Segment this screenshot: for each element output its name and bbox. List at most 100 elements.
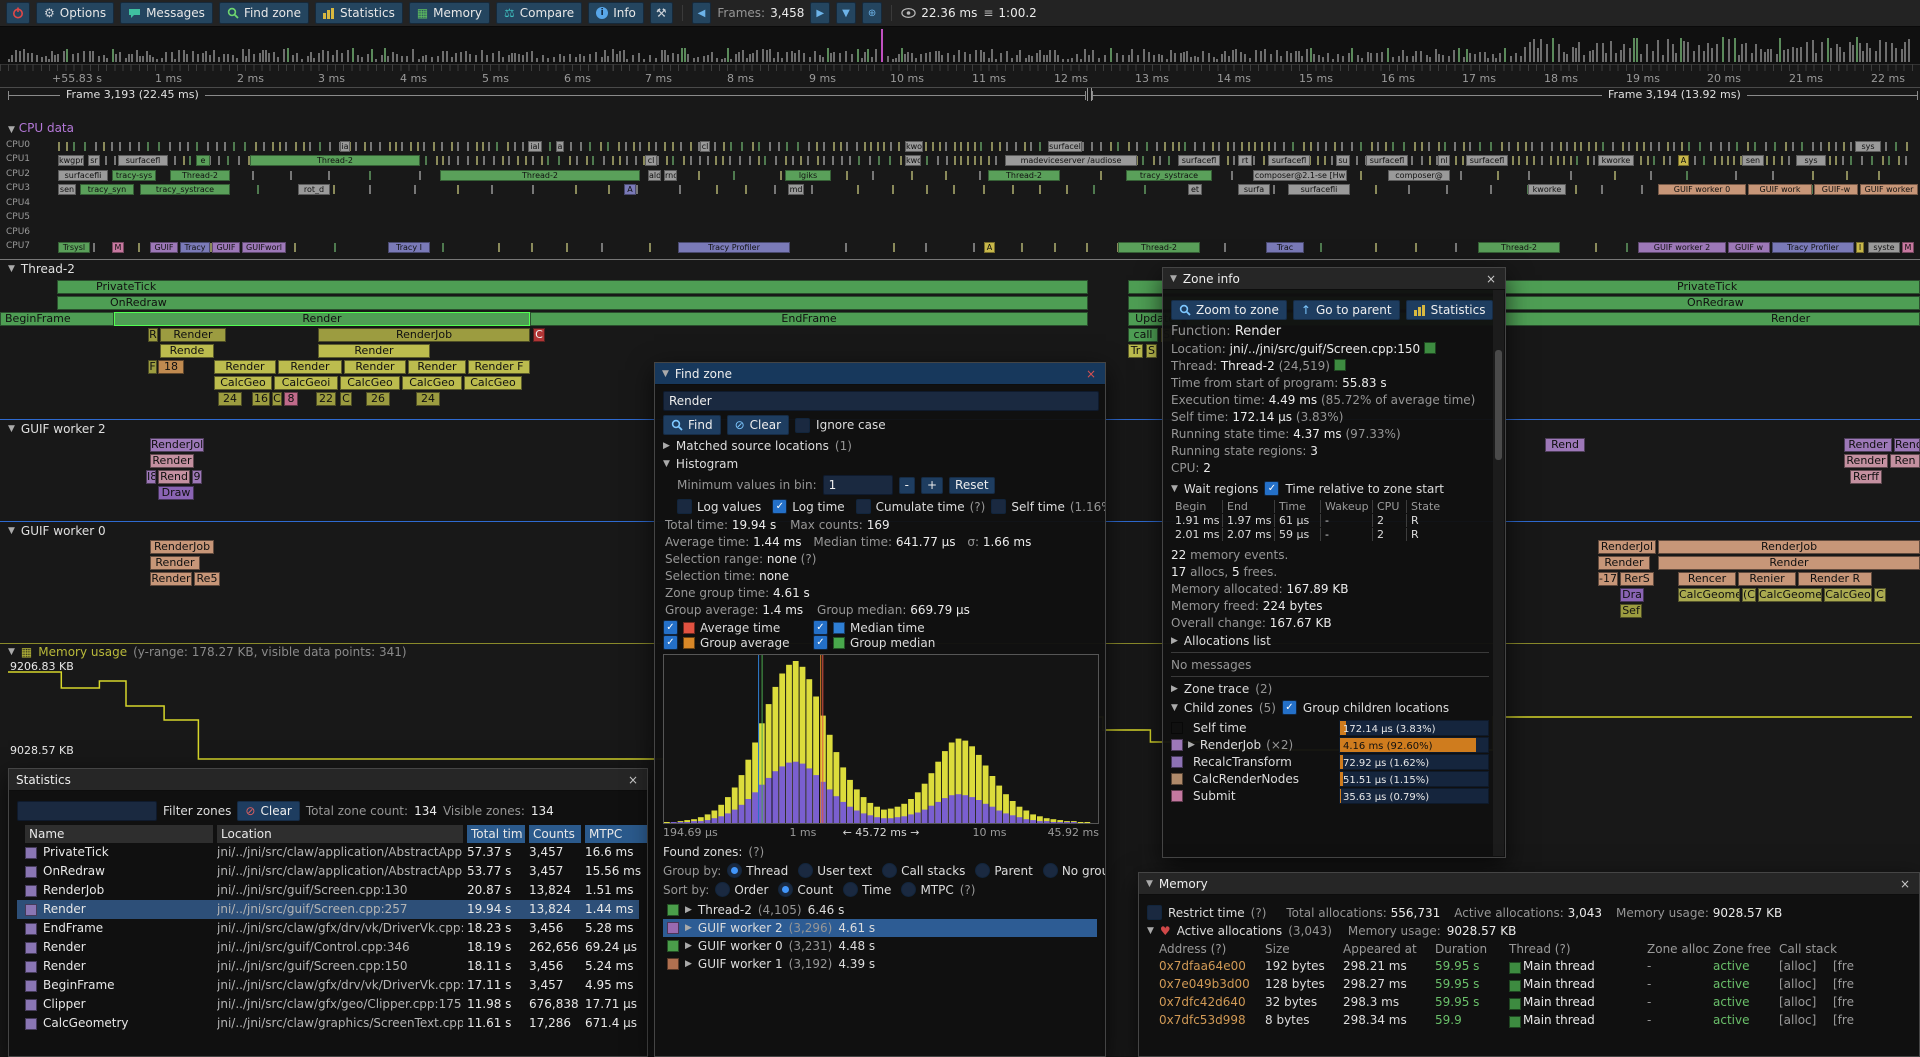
timeline-zone[interactable]: PrivateTick: [57, 280, 1088, 294]
cpu-zone[interactable]: Thread-2: [440, 170, 640, 181]
timeline-zone[interactable]: Rencer: [1678, 572, 1736, 586]
cpu-zone[interactable]: rnd: [664, 170, 677, 181]
radio-option[interactable]: Parent: [975, 863, 1032, 878]
cpu-zone[interactable]: Thread-2: [170, 170, 230, 181]
col-zone-free[interactable]: Zone free: [1713, 942, 1771, 956]
timeline-zone[interactable]: S: [1146, 344, 1157, 358]
bin-decrement-button[interactable]: -: [899, 477, 915, 494]
help-icon[interactable]: (?): [801, 552, 817, 566]
prev-frame-button[interactable]: ◀: [692, 2, 712, 24]
cpu-zone[interactable]: tracy_syn: [80, 184, 134, 195]
tools-button[interactable]: ⚒: [650, 2, 673, 24]
zone-group-row[interactable]: ▶ GUIF worker 0 (3,231) 4.48 s: [663, 937, 1097, 955]
cpu-zone[interactable]: su: [1336, 155, 1350, 166]
cpu-zone[interactable]: surfa: [1238, 184, 1270, 195]
allocation-row[interactable]: 0x7dfaa64e00 192 bytes 298.21 ms 59.95 s…: [1147, 959, 1911, 977]
timeline-zone[interactable]: Render: [150, 556, 200, 570]
cpu-zone[interactable]: surfacefl: [118, 155, 168, 166]
expand-arrow-icon[interactable]: ▶: [685, 959, 692, 969]
expand-arrow-icon[interactable]: ▶: [685, 905, 692, 915]
ignore-case-checkbox[interactable]: [795, 418, 810, 433]
cpu-zone[interactable]: GUIF work: [1748, 184, 1812, 195]
legend-checkbox[interactable]: ✓: [663, 635, 678, 650]
radio-button[interactable]: [843, 882, 858, 897]
timeline-zone[interactable]: Rend: [158, 470, 190, 484]
table-row[interactable]: CalcGeometry jni/../jni/src/claw/graphic…: [17, 1014, 639, 1033]
timeline-zone[interactable]: Renier: [1738, 572, 1796, 586]
min-bin-input[interactable]: [823, 475, 893, 495]
clear-filter-button[interactable]: ⊘ Clear: [237, 801, 299, 821]
timeline-zone[interactable]: 22: [316, 392, 336, 406]
radio-button[interactable]: [882, 863, 897, 878]
cpu-zone[interactable]: A: [984, 242, 995, 253]
cpu-zone[interactable]: rot_d: [298, 184, 330, 195]
cpu-zone[interactable]: Trac: [1266, 242, 1304, 253]
cpu-zone[interactable]: M: [1902, 242, 1914, 253]
cpu-zone[interactable]: sr: [88, 155, 100, 166]
cpu-zone[interactable]: GUIF: [150, 242, 178, 253]
timeline-zone[interactable]: Render: [318, 344, 430, 358]
histogram-section-header[interactable]: ▼ Histogram: [663, 457, 1097, 471]
reset-button[interactable]: Reset: [949, 477, 995, 494]
col-cpu[interactable]: CPU: [1373, 500, 1407, 513]
zone-trace-section[interactable]: ▶ Zone trace (2): [1171, 676, 1489, 696]
table-row[interactable]: Clipper jni/../jni/src/claw/gfx/geo/Clip…: [17, 995, 639, 1014]
compare-button[interactable]: ⚖ Compare: [496, 2, 582, 24]
timeline-zone[interactable]: -17: [1598, 572, 1618, 586]
cpu-zone[interactable]: M: [112, 242, 124, 253]
timeline-zone[interactable]: Rende: [160, 344, 214, 358]
cpu-zone[interactable]: surfacefl: [1178, 155, 1220, 166]
cpu-zone[interactable]: surfacefli: [1288, 184, 1350, 195]
messages-button[interactable]: Messages: [120, 2, 213, 24]
col-zone-alloc[interactable]: Zone alloc: [1647, 942, 1709, 956]
alloc-callstack-link[interactable]: [alloc]: [1779, 995, 1816, 1009]
table-row[interactable]: OnRedraw jni/../jni/src/claw/application…: [17, 862, 639, 881]
cpu-zone[interactable]: ald: [648, 170, 661, 181]
wait-regions-header[interactable]: ▼ Wait regions ✓ Time relative to zone s…: [1171, 481, 1489, 496]
allocation-address[interactable]: 0x7e049b3d00: [1159, 977, 1250, 991]
zone-statistics-button[interactable]: Statistics: [1406, 300, 1494, 320]
cpu-zone[interactable]: nl: [1438, 155, 1450, 166]
timeline-zone[interactable]: RenderJob: [318, 328, 530, 342]
help-icon[interactable]: (?): [960, 883, 976, 897]
cpu-zone[interactable]: syste: [1868, 242, 1900, 253]
timeline-zone[interactable]: CalcGeome: [1678, 588, 1740, 602]
cpu-zone[interactable]: Thread-2: [1478, 242, 1560, 253]
cpu-zone[interactable]: Tracy I: [388, 242, 430, 253]
alloc-callstack-link[interactable]: [alloc]: [1779, 1013, 1816, 1027]
collapse-arrow-icon[interactable]: ▼: [8, 647, 15, 657]
timeline-zone[interactable]: 24: [218, 392, 242, 406]
timeline-zone[interactable]: Render: [408, 360, 466, 374]
timeline-zone[interactable]: BeginFrame: [0, 312, 114, 326]
col-address[interactable]: Address (?): [1159, 942, 1226, 956]
help-icon[interactable]: (?): [748, 845, 764, 859]
legend-checkbox[interactable]: ✓: [813, 620, 828, 635]
time-relative-checkbox[interactable]: ✓: [1264, 481, 1279, 496]
checkbox[interactable]: [991, 499, 1006, 514]
cpu-zone[interactable]: cl: [645, 155, 657, 166]
location-value[interactable]: jni/../jni/src/guif/Screen.cpp:150: [1230, 342, 1421, 356]
memory-usage-header[interactable]: ▼ ▦ Memory usage (y-range: 178.27 KB, vi…: [8, 645, 407, 659]
timeline-zone[interactable]: 18: [158, 360, 184, 374]
cpu-zone[interactable]: kwo: [905, 155, 921, 166]
timeline-zone[interactable]: CalcGeo: [402, 376, 462, 390]
cpu-zone[interactable]: Trsysl: [58, 242, 90, 253]
timeline-zone[interactable]: Render: [160, 328, 226, 342]
timeline-zone[interactable]: Draw: [158, 486, 194, 500]
timeline-zone[interactable]: Sef: [1620, 604, 1642, 618]
collapse-arrow-icon[interactable]: ▼: [1171, 703, 1178, 713]
cpu-zone[interactable]: GUIFworl: [242, 242, 286, 253]
cpu-zone[interactable]: I: [1856, 242, 1864, 253]
cpu-zone[interactable]: Thread-2: [250, 155, 420, 166]
child-zone-row[interactable]: ▶ RenderJob (×2) 4.16 ms (92.60%): [1171, 736, 1489, 753]
child-zone-row[interactable]: RecalcTransform 72.92 μs (1.62%): [1171, 753, 1489, 770]
radio-option[interactable]: Time: [843, 882, 891, 897]
collapse-arrow-icon[interactable]: ▼: [8, 526, 15, 536]
checkbox[interactable]: [856, 499, 871, 514]
focus-frame-button[interactable]: ⊕: [862, 2, 882, 24]
expand-arrow-icon[interactable]: ▶: [663, 441, 670, 451]
find-zone-window-titlebar[interactable]: ▼ Find zone ×: [655, 363, 1105, 385]
cpu-zone[interactable]: cl: [700, 141, 710, 152]
table-row[interactable]: RenderJob jni/../jni/src/guif/Screen.cpp…: [17, 881, 639, 900]
expand-arrow-icon[interactable]: ▶: [685, 941, 692, 951]
